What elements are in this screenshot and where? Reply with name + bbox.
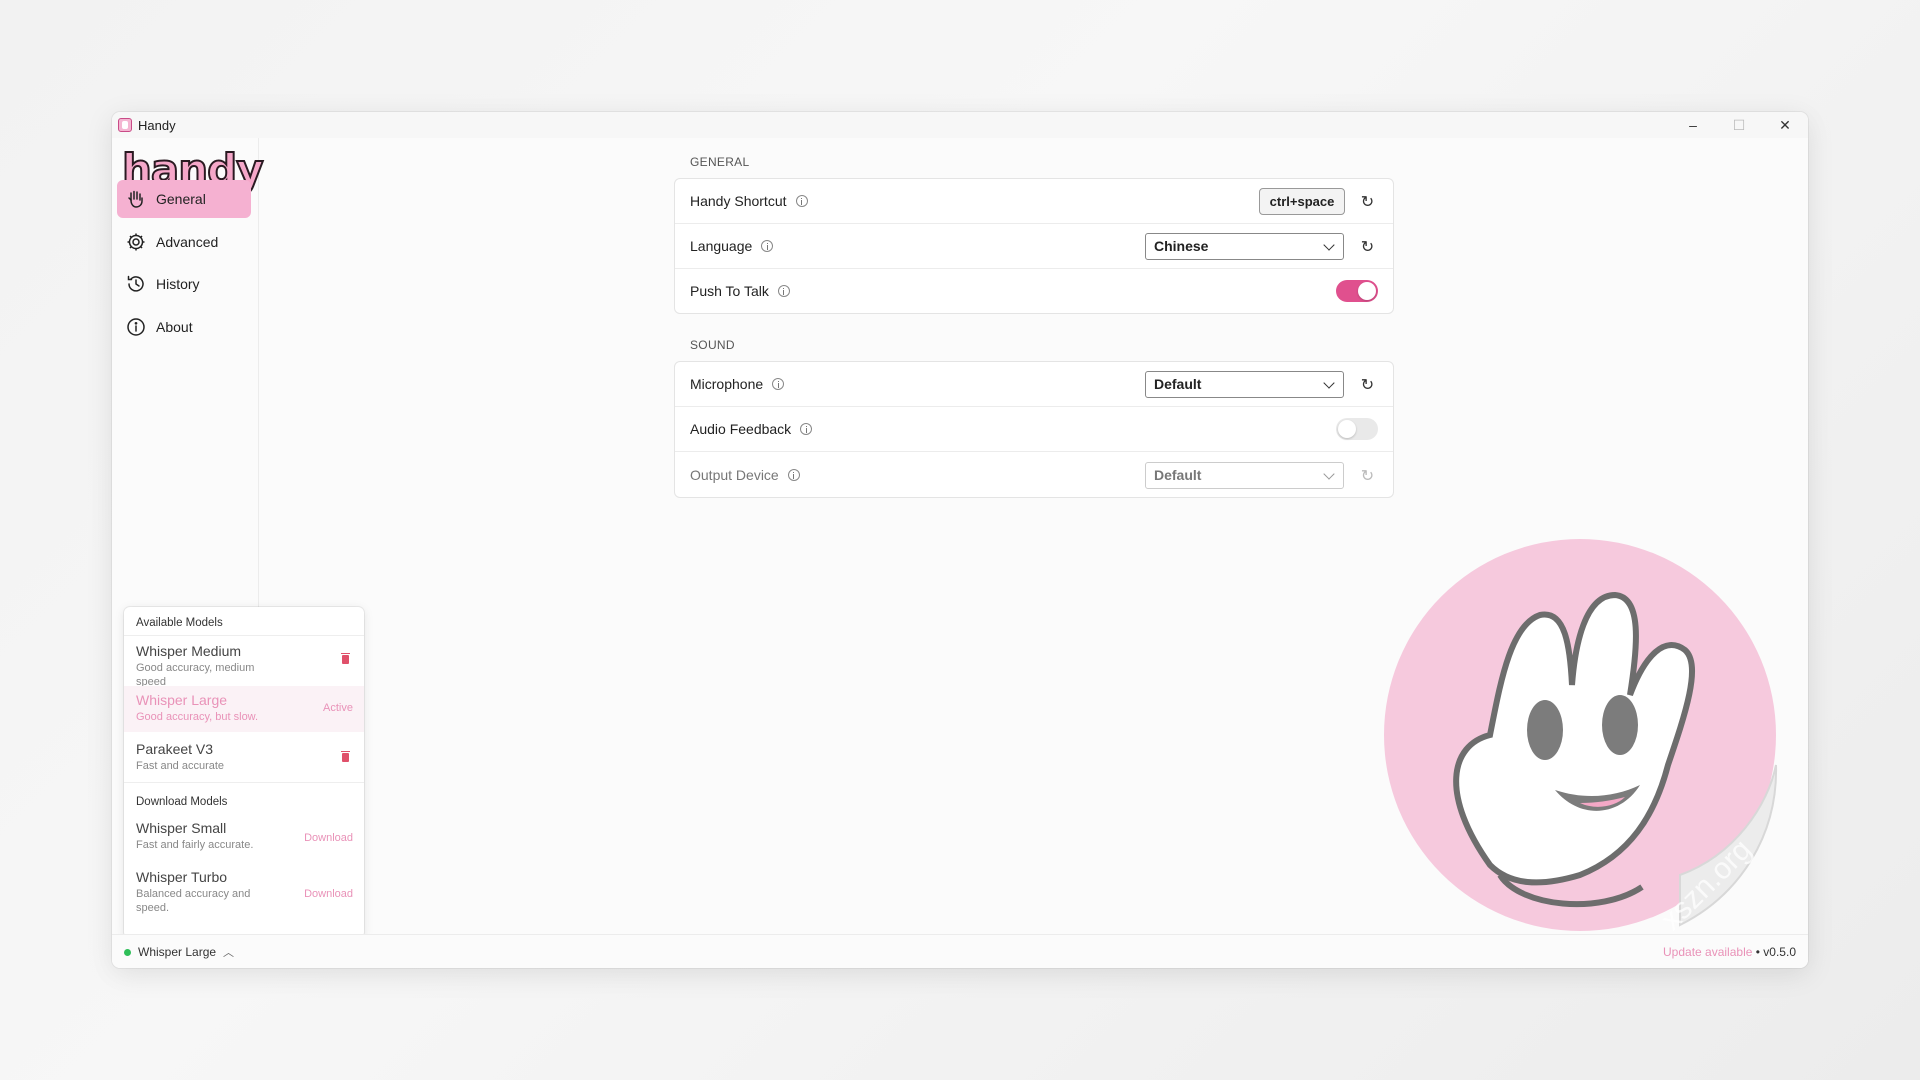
info-icon[interactable] [787, 469, 800, 481]
sidebar-item-label: History [156, 276, 200, 292]
info-icon[interactable] [772, 378, 785, 390]
sidebar-item-advanced[interactable]: Advanced [117, 223, 251, 261]
microphone-select-value: Default [1154, 376, 1202, 392]
setting-row-language: Language Chinese ↻ [675, 224, 1393, 269]
audio-feedback-label: Audio Feedback [690, 421, 792, 437]
trash-icon[interactable] [341, 653, 350, 664]
download-button[interactable]: Download [304, 832, 353, 844]
chevron-down-icon [1323, 468, 1335, 480]
info-icon[interactable] [795, 195, 808, 207]
sidebar-item-history[interactable]: History [117, 265, 251, 303]
setting-row-microphone: Microphone Default ↻ [675, 362, 1393, 407]
model-selector-button[interactable]: Whisper Large [138, 945, 216, 959]
setting-row-push-to-talk: Push To Talk [675, 269, 1393, 314]
chevron-down-icon [1323, 377, 1335, 389]
output-device-select: Default [1145, 462, 1344, 489]
microphone-select[interactable]: Default [1145, 371, 1344, 398]
info-icon[interactable] [761, 240, 774, 252]
reset-icon[interactable]: ↻ [1358, 375, 1377, 394]
history-icon [125, 273, 147, 295]
model-desc: Fast and fairly accurate. [136, 839, 254, 851]
toggle-knob [1358, 282, 1376, 300]
hand-icon [125, 188, 147, 210]
shortcut-key-button[interactable]: ctrl+space [1259, 188, 1345, 215]
status-dot [124, 949, 131, 956]
model-desc: Good accuracy, but slow. [136, 711, 259, 723]
sound-settings-card: Microphone Default ↻ Audio Feedback Outp… [674, 361, 1394, 498]
app-icon [118, 118, 132, 132]
close-button[interactable]: ✕ [1762, 112, 1808, 138]
setting-row-audio-feedback: Audio Feedback [675, 407, 1393, 452]
hand-mascot-watermark: xszn.org [1384, 539, 1778, 935]
model-name: Whisper Small [136, 820, 227, 836]
audio-feedback-toggle[interactable] [1336, 418, 1378, 440]
section-label-sound: SOUND [690, 338, 735, 352]
model-name: Parakeet V3 [136, 741, 214, 757]
shortcut-label: Handy Shortcut [690, 193, 787, 209]
model-name: Whisper Large [136, 692, 228, 708]
general-settings-card: Handy Shortcut ctrl+space ↻ Language Chi… [674, 178, 1394, 314]
divider [124, 782, 364, 783]
version-info: Update available • v0.5.0 [1663, 945, 1796, 959]
download-button[interactable]: Download [304, 888, 353, 900]
language-select-value: Chinese [1154, 238, 1209, 254]
reset-icon[interactable]: ↻ [1358, 237, 1377, 256]
window-title: Handy [138, 117, 176, 133]
output-device-label: Output Device [690, 467, 779, 483]
model-desc: Balanced accuracy and speed. [136, 888, 251, 914]
setting-row-shortcut: Handy Shortcut ctrl+space ↻ [675, 179, 1393, 224]
toggle-knob [1338, 420, 1356, 438]
output-device-select-value: Default [1154, 467, 1202, 483]
model-desc: Good accuracy, medium speed [136, 662, 255, 688]
reset-icon: ↻ [1360, 467, 1375, 485]
trash-icon[interactable] [341, 751, 350, 762]
version-label: v0.5.0 [1763, 945, 1796, 959]
available-models-heading: Available Models [136, 617, 223, 629]
model-selector-popup: Available Models Whisper Medium Good acc… [124, 607, 364, 938]
minimize-button[interactable]: – [1670, 112, 1716, 138]
sidebar-item-label: About [156, 319, 193, 335]
model-item-whisper-turbo: Whisper Turbo Balanced accuracy and spee… [124, 863, 364, 923]
update-available-link[interactable]: Update available [1663, 945, 1752, 959]
reset-icon[interactable]: ↻ [1358, 192, 1377, 211]
status-bar: Whisper Large ︿ Update available • v0.5.… [112, 934, 1808, 968]
separator: • [1752, 945, 1764, 959]
sidebar-item-about[interactable]: About [117, 308, 251, 346]
active-badge: Active [323, 702, 353, 714]
model-item-whisper-large[interactable]: Whisper Large Good accuracy, but slow. A… [124, 686, 364, 732]
language-select[interactable]: Chinese [1145, 233, 1344, 260]
model-desc: Fast and accurate [136, 760, 225, 772]
sidebar-item-general[interactable]: General [117, 180, 251, 218]
model-item-whisper-small: Whisper Small Fast and fairly accurate. … [124, 814, 364, 860]
model-name: Whisper Medium [136, 643, 242, 659]
model-name: Whisper Turbo [136, 869, 228, 885]
title-bar: Handy – ☐ ✕ [112, 112, 1808, 138]
info-icon[interactable] [800, 423, 813, 435]
section-label-general: GENERAL [690, 155, 750, 169]
chevron-up-icon[interactable]: ︿ [223, 944, 234, 960]
push-to-talk-label: Push To Talk [690, 283, 769, 299]
sidebar-item-label: Advanced [156, 234, 219, 250]
info-icon[interactable] [777, 285, 790, 297]
language-label: Language [690, 238, 753, 254]
download-models-heading: Download Models [136, 796, 228, 808]
info-icon [125, 316, 147, 338]
gear-icon [125, 231, 147, 253]
window-controls: – ☐ ✕ [1670, 112, 1808, 138]
chevron-down-icon [1323, 239, 1335, 251]
microphone-label: Microphone [690, 376, 764, 392]
divider [124, 635, 364, 636]
model-item-parakeet-v3[interactable]: Parakeet V3 Fast and accurate [124, 735, 364, 781]
model-item-whisper-medium[interactable]: Whisper Medium Good accuracy, medium spe… [124, 637, 364, 688]
setting-row-output-device: Output Device Default ↻ [675, 453, 1393, 498]
maximize-button[interactable]: ☐ [1716, 112, 1762, 138]
push-to-talk-toggle[interactable] [1336, 280, 1378, 302]
sidebar-item-label: General [156, 191, 206, 207]
